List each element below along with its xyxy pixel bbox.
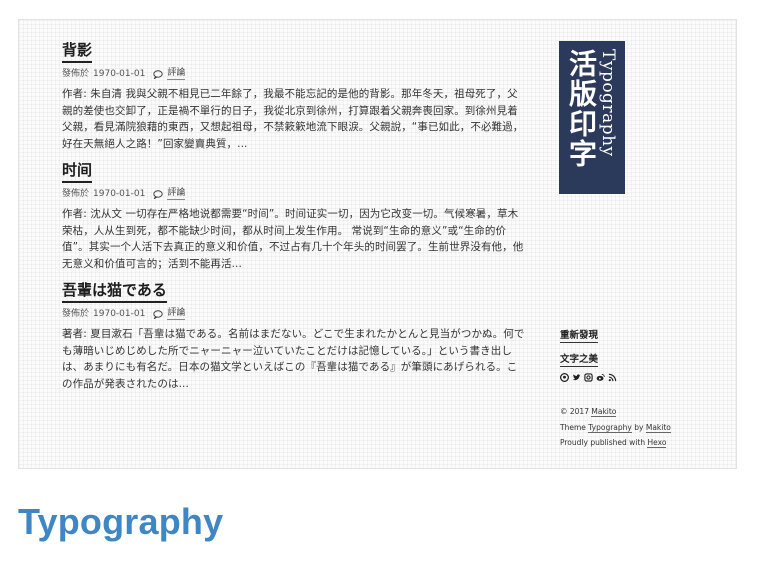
theme-prefix: Theme (560, 422, 586, 432)
theme-credit-line: Theme Typography by Makito (560, 420, 730, 436)
site-logo[interactable]: 活版印字 Typography (559, 41, 625, 194)
post-title-link[interactable]: 时间 (62, 160, 93, 183)
post-title-link[interactable]: 吾輩は猫である (62, 280, 167, 303)
post-item: 吾輩は猫である 發佈於 1970-01-01 評論 著者: 夏目漱石「吾輩は猫で… (62, 280, 527, 392)
copyright-prefix: © 2017 (560, 407, 589, 416)
comment-icon (153, 189, 164, 199)
post-item: 背影 發佈於 1970-01-01 評論 作者: 朱自清 我與父親不相見已二年餘… (62, 40, 527, 152)
comment-icon (153, 309, 164, 319)
post-meta: 發佈於 1970-01-01 評論 (62, 188, 527, 200)
theme-link[interactable]: Typography (588, 422, 632, 433)
instagram-icon[interactable] (584, 373, 593, 382)
post-date: 1970-01-01 (93, 309, 146, 319)
published-label: 發佈於 (62, 69, 90, 79)
post-meta: 發佈於 1970-01-01 評論 (62, 68, 527, 80)
nav-link-rediscover[interactable]: 重新發現 (560, 329, 599, 343)
twitter-icon[interactable] (572, 373, 581, 382)
post-excerpt: 著者: 夏目漱石「吾輩は猫である。名前はまだない。どこで生まれたかとんと見当がつ… (62, 328, 525, 390)
logo-latin-title: Typography (598, 49, 618, 157)
published-with-line: Proudly published with Hexo (560, 435, 730, 451)
published-prefix: Proudly published with (560, 438, 646, 447)
post-list: 背影 發佈於 1970-01-01 評論 作者: 朱自清 我與父親不相見已二年餘… (62, 40, 527, 400)
post-excerpt: 作者: 朱自清 我與父親不相見已二年餘了，我最不能忘記的是他的背影。那年冬天，祖… (62, 88, 524, 150)
nav-link-beauty-of-text[interactable]: 文字之美 (560, 353, 599, 367)
rss-icon[interactable] (608, 373, 617, 382)
theme-by: by (634, 422, 644, 432)
comment-link[interactable]: 評論 (167, 188, 186, 200)
copyright-line: © 2017 Makito (560, 404, 730, 420)
theme-screenshot: 背影 發佈於 1970-01-01 評論 作者: 朱自清 我與父親不相見已二年餘… (18, 19, 737, 469)
post-date: 1970-01-01 (93, 189, 146, 199)
post-item: 时间 發佈於 1970-01-01 評論 作者: 沈从文 一切存在严格地说都需要… (62, 160, 527, 272)
weibo-icon[interactable] (596, 373, 605, 382)
post-meta: 發佈於 1970-01-01 評論 (62, 308, 527, 320)
social-links (560, 373, 680, 382)
theme-author-link[interactable]: Makito (645, 422, 671, 433)
sidebar-nav: 重新發現 文字之美 (560, 323, 680, 382)
github-icon[interactable] (560, 373, 569, 382)
hexo-link[interactable]: Hexo (647, 438, 667, 448)
post-title-link[interactable]: 背影 (62, 40, 93, 63)
published-label: 發佈於 (62, 189, 90, 199)
post-date: 1970-01-01 (93, 69, 146, 79)
post-excerpt: 作者: 沈从文 一切存在严格地说都需要“时间”。时间证实一切，因为它改变一切。气… (62, 208, 524, 270)
comment-link[interactable]: 評論 (167, 68, 186, 80)
comment-link[interactable]: 評論 (167, 308, 186, 320)
published-label: 發佈於 (62, 309, 90, 319)
logo-cjk-title: 活版印字 (565, 49, 598, 169)
author-link[interactable]: Makito (591, 407, 617, 417)
comment-icon (153, 69, 164, 79)
site-footer: © 2017 Makito Theme Typography by Makito… (560, 404, 730, 451)
theme-caption-title: Typography (18, 501, 224, 542)
